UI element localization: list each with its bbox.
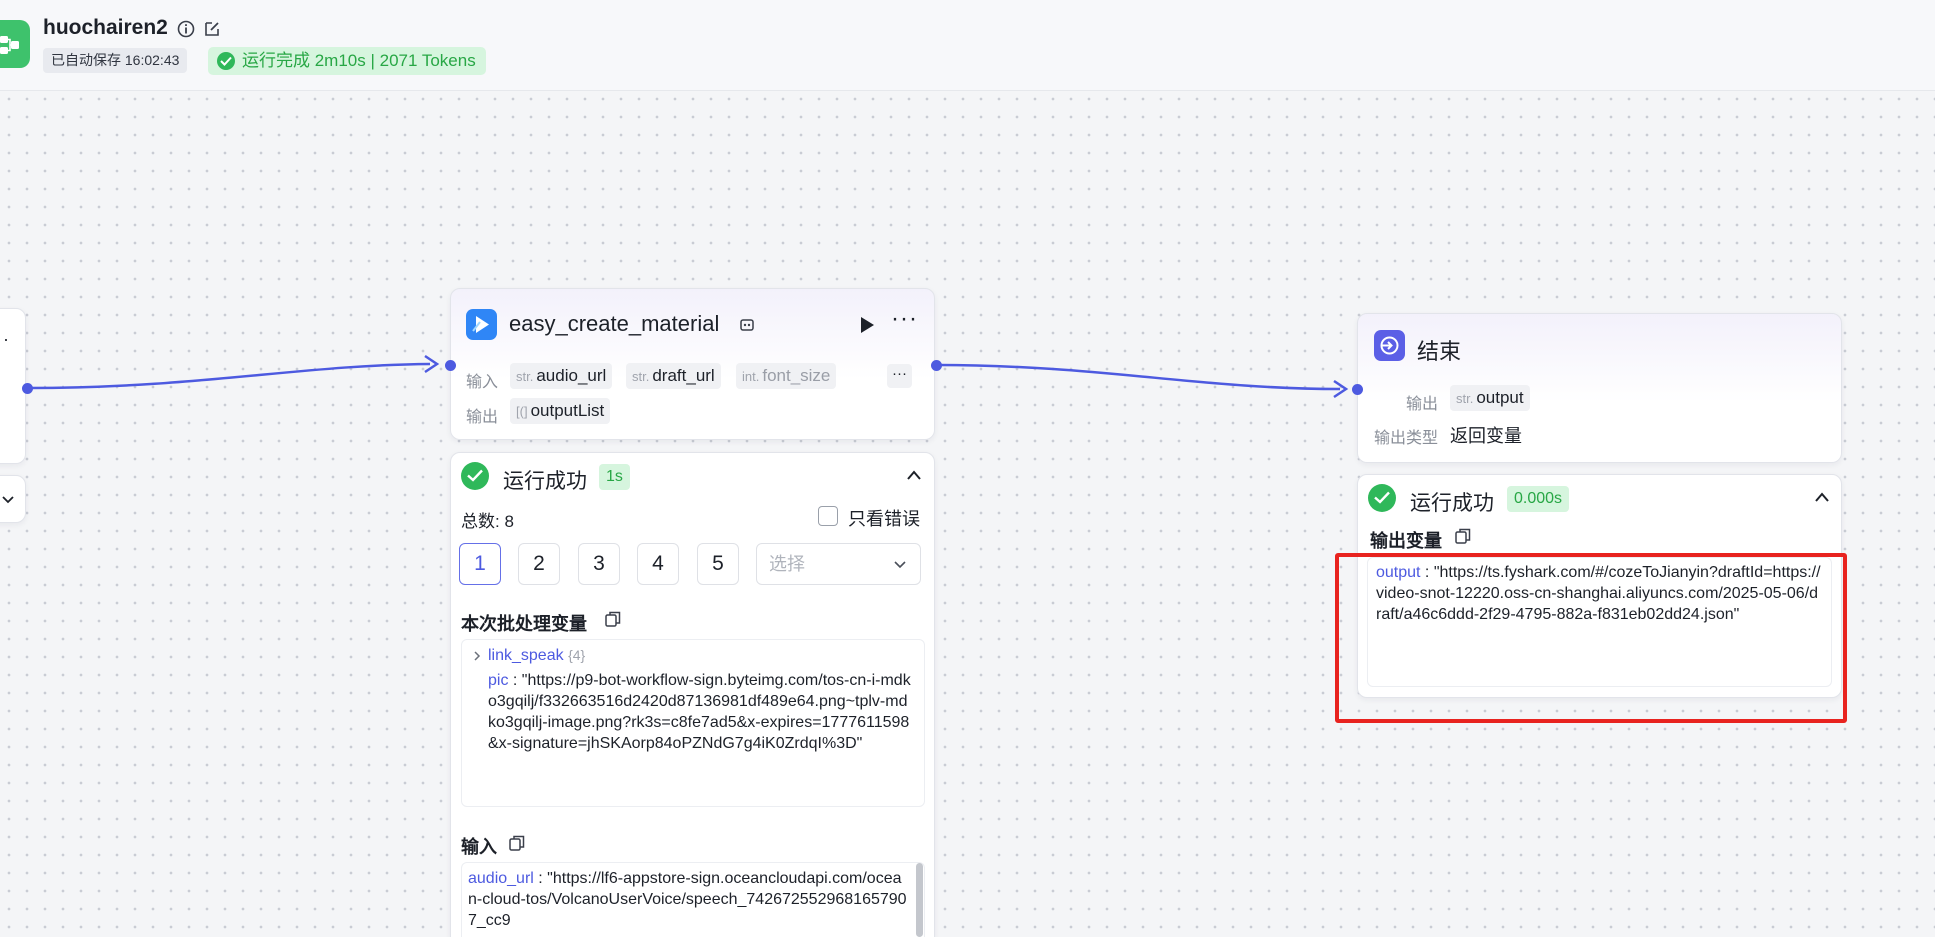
run-node-icon[interactable] bbox=[858, 315, 876, 335]
more-icon[interactable]: ··· bbox=[891, 305, 918, 333]
plugin-badge-icon bbox=[740, 319, 754, 331]
end-input-port[interactable] bbox=[1352, 384, 1363, 395]
chevron-down-icon[interactable] bbox=[1, 493, 15, 507]
pic-value: : "https://p9-bot-workflow-sign.byteimg.… bbox=[488, 672, 911, 752]
output-vars-title: 输出变量 bbox=[1370, 531, 1442, 551]
pic-key: pic bbox=[488, 672, 509, 689]
link-speak-row[interactable]: link_speak {4} bbox=[474, 645, 914, 666]
chevron-right-icon bbox=[474, 651, 481, 661]
previous-node-result[interactable] bbox=[0, 475, 26, 523]
node-end[interactable]: 结束 输出 str. output 输出类型 返回变量 bbox=[1357, 313, 1842, 463]
total-count: 总数: 8 bbox=[461, 512, 514, 531]
input-value-box: audio_url : "https://lf6-appstore-sign.o… bbox=[461, 862, 925, 937]
output-type-value: 返回变量 bbox=[1450, 426, 1522, 446]
workflow-edges bbox=[27, 354, 1349, 399]
select-placeholder: 选择 bbox=[769, 554, 805, 574]
node-title: easy_create_material bbox=[509, 311, 720, 336]
chevron-up-icon[interactable] bbox=[1814, 491, 1830, 503]
input-label: 输入 bbox=[466, 374, 499, 391]
page-button-2[interactable]: 2 bbox=[518, 543, 560, 585]
batch-vars-title: 本次批处理变量 bbox=[461, 614, 587, 634]
highlight-annotation-box bbox=[1335, 553, 1847, 723]
copy-icon[interactable] bbox=[1454, 527, 1472, 545]
result-time: 0.000s bbox=[1507, 486, 1570, 512]
pic-row: pic : "https://p9-bot-workflow-sign.byte… bbox=[476, 670, 914, 754]
chevron-down-icon bbox=[894, 561, 906, 569]
chevron-up-icon[interactable] bbox=[906, 469, 922, 481]
success-check-icon bbox=[461, 462, 489, 490]
link-speak-count: {4} bbox=[568, 647, 586, 663]
node-easy-create-material[interactable]: easy_create_material ··· 输入 str. audio_ur… bbox=[450, 288, 935, 440]
plugin-icon bbox=[466, 309, 497, 340]
page-button-3[interactable]: 3 bbox=[578, 543, 620, 585]
output-label: 输出 bbox=[466, 409, 499, 426]
material-input-port[interactable] bbox=[445, 360, 456, 371]
result-status: 运行成功 bbox=[1410, 492, 1494, 515]
batch-vars-box: link_speak {4} pic : "https://p9-bot-wor… bbox=[461, 639, 925, 807]
link-speak-key: link_speak bbox=[488, 647, 564, 664]
page-button-1[interactable]: 1 bbox=[459, 543, 501, 585]
only-errors-label: 只看错误 bbox=[848, 509, 920, 529]
input-title: 输入 bbox=[461, 837, 497, 857]
edge-to-material bbox=[27, 362, 431, 390]
success-check-icon bbox=[1368, 484, 1396, 512]
node-menu-dot: · bbox=[3, 329, 9, 349]
input-chip-font-size: int. font_size bbox=[736, 363, 837, 389]
page-button-4[interactable]: 4 bbox=[637, 543, 679, 585]
input-chip-draft-url: str. draft_url bbox=[626, 363, 721, 389]
output-port[interactable] bbox=[22, 383, 33, 394]
output-chip-outputlist: [(] outputList bbox=[510, 398, 611, 424]
copy-icon[interactable] bbox=[508, 834, 526, 852]
edge-to-end bbox=[936, 363, 1341, 391]
input-chip-audio-url: str. audio_url bbox=[510, 363, 613, 389]
audio-url-value: : "https://lf6-appstore-sign.oceanclouda… bbox=[468, 870, 907, 929]
result-time: 1s bbox=[599, 464, 630, 490]
end-node-icon bbox=[1374, 330, 1405, 361]
more-inputs-button[interactable]: ··· bbox=[887, 364, 912, 388]
page-button-5[interactable]: 5 bbox=[697, 543, 739, 585]
page-select[interactable]: 选择 bbox=[756, 543, 921, 585]
only-errors-checkbox[interactable] bbox=[818, 506, 838, 526]
copy-icon[interactable] bbox=[604, 610, 622, 628]
output-type-label: 输出类型 bbox=[1374, 430, 1439, 447]
material-output-port[interactable] bbox=[931, 360, 942, 371]
input-scrollbar[interactable] bbox=[916, 863, 923, 937]
output-label: 输出 bbox=[1406, 396, 1439, 413]
output-chip-output: str. output bbox=[1450, 385, 1530, 411]
node-title: 结束 bbox=[1417, 339, 1462, 364]
result-status: 运行成功 bbox=[503, 470, 587, 493]
audio-url-key: audio_url bbox=[468, 870, 534, 887]
